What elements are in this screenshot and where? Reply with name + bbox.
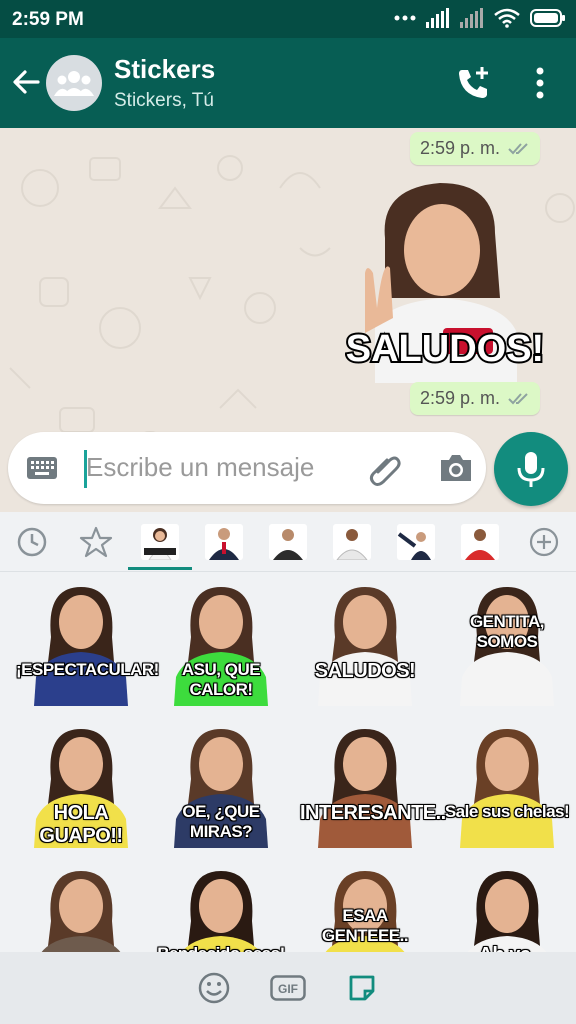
status-icons <box>394 8 566 28</box>
pack-thumbnail <box>461 524 499 560</box>
emoji-tab[interactable] <box>194 970 234 1006</box>
sticker-item[interactable]: OE, ¿QUE MIRAS? <box>156 724 286 848</box>
pack-thumbnail <box>205 524 243 560</box>
status-time: 2:59 PM <box>12 9 84 30</box>
double-check-icon <box>508 392 528 404</box>
sticker-caption: Sale sus chelas! <box>444 802 570 821</box>
pack-thumbnail <box>397 524 435 560</box>
tab-pack-2[interactable] <box>200 520 248 564</box>
sticker-item[interactable]: Bendecido seas! <box>156 866 286 954</box>
sticker-image <box>180 871 262 954</box>
keyboard-icon[interactable] <box>26 454 58 482</box>
active-tab-indicator <box>128 567 192 570</box>
sticker-image <box>34 587 128 706</box>
sticker-caption: SALUDOS! <box>314 660 416 682</box>
sticker-caption: GENTITA, SOMOS <box>469 612 545 651</box>
group-icon <box>54 71 94 96</box>
signal-weak-icon <box>460 8 483 28</box>
tab-pack-6[interactable] <box>456 520 504 564</box>
microphone-icon <box>517 452 545 487</box>
sticker-grid: ¡ESPECTACULAR! ASU, QUE CALOR! SALUDOS! GEN… <box>0 574 576 954</box>
message-composer[interactable]: Escribe un mensaje <box>8 432 486 504</box>
sticker-image <box>466 871 548 954</box>
message-time: 2:59 p. m. <box>420 138 501 158</box>
tab-recent[interactable] <box>8 520 56 564</box>
pack-thumbnail <box>141 524 179 560</box>
sticker-caption: ASU, QUE CALOR! <box>181 660 261 699</box>
tab-favorites[interactable] <box>72 520 120 564</box>
sticker-message[interactable]: SALUDOS! <box>345 178 545 383</box>
chat-subtitle: Stickers, Tú <box>114 90 214 111</box>
sticker-caption: ESAA GENTEEE.. <box>321 906 409 945</box>
camera-icon[interactable] <box>438 452 474 484</box>
tab-add-pack[interactable] <box>520 520 568 564</box>
sticker-panel: ¡ESPECTACULAR! ASU, QUE CALOR! SALUDOS! GEN… <box>0 512 576 1024</box>
sticker-caption: OE, ¿QUE MIRAS? <box>182 802 260 841</box>
picker-bottom-bar: GIF <box>0 952 576 1024</box>
sticker-item[interactable]: ¡ESPECTACULAR! <box>16 582 159 706</box>
more-options-icon[interactable] <box>530 66 550 100</box>
gif-icon: GIF <box>270 975 306 1001</box>
emoji-icon <box>198 972 230 1004</box>
battery-icon <box>530 9 565 27</box>
sticker-item[interactable]: Ah ya, <box>442 866 572 954</box>
status-bar: 2:59 PM <box>0 0 576 38</box>
double-check-icon <box>508 142 528 154</box>
chat-title[interactable]: Stickers <box>114 54 215 85</box>
signal-icon <box>426 8 449 28</box>
wifi-icon <box>494 8 520 28</box>
sticker-caption: SALUDOS! <box>346 328 544 370</box>
pack-thumbnail <box>333 524 371 560</box>
sticker-item[interactable]: GENTITA, SOMOS <box>442 582 572 706</box>
message-bubble[interactable]: 2:59 p. m. <box>410 132 541 165</box>
add-call-icon[interactable] <box>456 65 492 101</box>
gif-tab[interactable]: GIF <box>268 970 308 1006</box>
sticker-image <box>40 871 122 954</box>
sticker-caption: ¡ESPECTACULAR! <box>16 660 159 679</box>
tab-pack-5[interactable] <box>392 520 440 564</box>
message-input[interactable]: Escribe un mensaje <box>86 452 314 483</box>
sticker-item[interactable]: INTERESANTE.. <box>300 724 446 848</box>
app-bar: Stickers Stickers, Tú <box>0 38 576 128</box>
sticker-item[interactable]: ASU, QUE CALOR! <box>156 582 286 706</box>
star-icon <box>79 526 113 558</box>
sticker-image <box>460 729 554 848</box>
sticker-item[interactable]: ESAA GENTEEE.. <box>300 866 430 954</box>
sticker-item[interactable]: SALUDOS! <box>300 582 430 706</box>
tab-pack-4[interactable] <box>328 520 376 564</box>
sticker-pack-tabs <box>0 512 576 572</box>
voice-record-button[interactable] <box>494 432 568 506</box>
clock-icon <box>17 527 47 557</box>
sticker-image <box>318 729 412 848</box>
sticker-icon <box>349 975 375 1001</box>
tab-pack-3[interactable] <box>264 520 312 564</box>
sticker-image <box>318 587 412 706</box>
more-dots-icon <box>394 15 416 21</box>
sticker-tab[interactable] <box>342 970 382 1006</box>
message-bubble[interactable]: 2:59 p. m. <box>410 382 541 415</box>
message-time: 2:59 p. m. <box>420 388 501 408</box>
sticker-item[interactable]: Sale sus chelas! <box>442 724 572 848</box>
pack-thumbnail <box>269 524 307 560</box>
sticker-item[interactable] <box>16 866 146 954</box>
group-avatar[interactable] <box>46 55 102 111</box>
sticker-caption: HOLA GUAPO!! <box>39 802 123 847</box>
sticker-caption: INTERESANTE.. <box>300 802 446 824</box>
back-arrow-icon[interactable] <box>10 66 42 98</box>
attach-icon[interactable] <box>368 452 402 486</box>
sticker-item[interactable]: HOLA GUAPO!! <box>16 724 146 848</box>
tab-pack-1[interactable] <box>136 520 184 564</box>
svg-text:GIF: GIF <box>278 982 298 996</box>
add-circle-icon <box>529 527 559 557</box>
